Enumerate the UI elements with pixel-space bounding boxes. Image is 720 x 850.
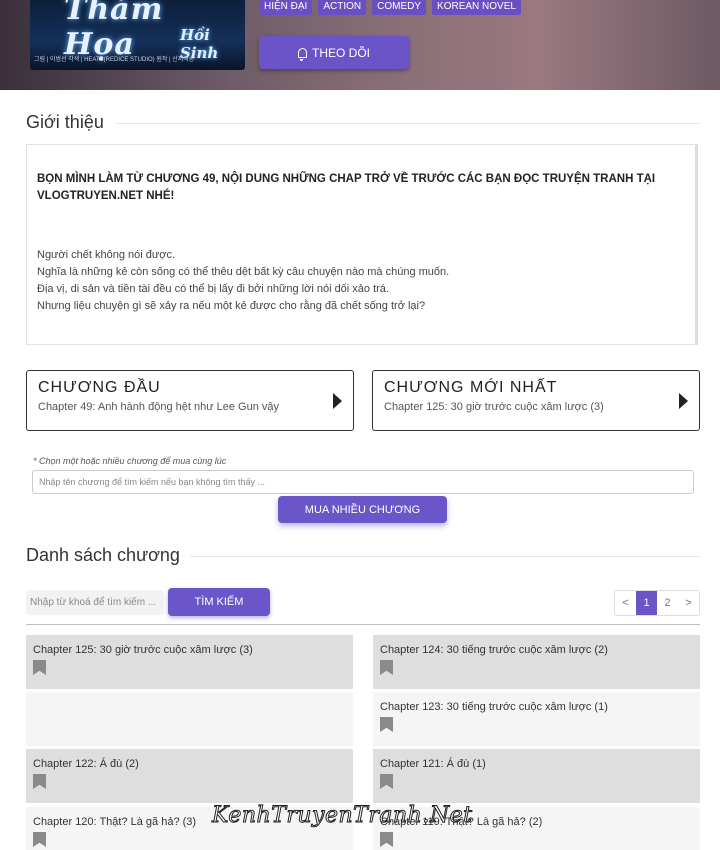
- genre-tag[interactable]: HIỆN ĐẠI: [259, 0, 313, 15]
- genre-tag[interactable]: ACTION: [318, 0, 367, 15]
- genre-tag[interactable]: KOREAN NOVEL: [432, 0, 521, 15]
- bookmark-icon[interactable]: [380, 660, 393, 675]
- chapter-row[interactable]: Chapter 122: Á đù (2): [26, 749, 353, 803]
- prev-page-button[interactable]: <: [615, 591, 636, 615]
- bell-icon: [297, 47, 307, 61]
- cover-credits: 그림 | 이범선 각색 | HEATS(REDICE STUDIO) 원작 | …: [34, 57, 195, 63]
- chapter-title: Chapter 125: 30 giờ trước cuộc xâm lược …: [33, 644, 253, 656]
- keyword-search-input[interactable]: Nhập từ khoá để tìm kiếm ...: [26, 590, 164, 615]
- first-chapter-card[interactable]: CHƯƠNG ĐẦU Chapter 49: Anh hành động hệt…: [26, 370, 354, 431]
- intro-line: Người chết không nói được.: [37, 249, 175, 261]
- bookmark-icon[interactable]: [33, 774, 46, 789]
- bookmark-icon[interactable]: [380, 774, 393, 789]
- latest-chapter-card[interactable]: CHƯƠNG MỚI NHẤT Chapter 125: 30 giờ trướ…: [372, 370, 700, 431]
- intro-description: Người chết không nói được. Nghĩa là nhữn…: [37, 247, 685, 315]
- genre-tag[interactable]: COMEDY: [372, 0, 427, 15]
- chapter-title: Chapter 123: 30 tiếng trước cuộc xâm lượ…: [380, 701, 608, 713]
- chapter-search-input[interactable]: Nhập tên chương để tìm kiếm nếu bạn khôn…: [32, 470, 694, 494]
- chapter-row[interactable]: Chapter 123: 30 tiếng trước cuộc xâm lượ…: [373, 692, 700, 746]
- chapter-row[interactable]: Chapter 124: 30 tiếng trước cuộc xâm lượ…: [373, 635, 700, 689]
- search-button[interactable]: TÌM KIẾM: [168, 588, 270, 616]
- bookmark-icon[interactable]: [33, 660, 46, 675]
- site-watermark: KenhTruyenTranh.Net: [211, 803, 473, 829]
- follow-button[interactable]: THEO DÕI: [259, 36, 409, 69]
- chapter-row[interactable]: Chapter 121: Á đù (1): [373, 749, 700, 803]
- chapter-row[interactable]: [26, 692, 353, 746]
- play-icon: [679, 393, 688, 409]
- intro-heading: Giới thiệu: [26, 112, 104, 132]
- buy-multiple-button[interactable]: MUA NHIỀU CHƯƠNG: [278, 496, 447, 523]
- intro-notice: BỌN MÌNH LÀM TỪ CHƯƠNG 49, NỘI DUNG NHỮN…: [37, 173, 656, 202]
- play-icon: [333, 393, 342, 409]
- bookmark-icon[interactable]: [380, 717, 393, 732]
- page-1-button[interactable]: 1: [636, 591, 657, 615]
- chapter-title: Chapter 121: Á đù (1): [380, 758, 486, 770]
- latest-chapter-title: Chapter 125: 30 giờ trước cuộc xâm lược …: [384, 401, 604, 413]
- chapter-title: Chapter 122: Á đù (2): [33, 758, 139, 770]
- first-chapter-heading: CHƯƠNG ĐẦU: [38, 379, 161, 396]
- manga-header-banner: Thảm Họa Hồi Sinh 그림 | 이범선 각색 | HEATS(RE…: [0, 0, 720, 90]
- chapter-title: Chapter 124: 30 tiếng trước cuộc xâm lượ…: [380, 644, 608, 656]
- pagination: < 1 2 >: [614, 590, 700, 616]
- chapter-row[interactable]: Chapter 125: 30 giờ trước cuộc xâm lược …: [26, 635, 353, 689]
- intro-line: Nghĩa là những kẻ còn sống có thể thêu d…: [37, 266, 450, 278]
- bookmark-icon[interactable]: [380, 832, 393, 847]
- follow-label: THEO DÕI: [311, 45, 370, 60]
- intro-box: BỌN MÌNH LÀM TỪ CHƯƠNG 49, NỘI DUNG NHỮN…: [26, 144, 698, 345]
- page-2-button[interactable]: 2: [657, 591, 678, 615]
- chapter-list-heading: Danh sách chương: [26, 545, 180, 565]
- next-page-button[interactable]: >: [678, 591, 699, 615]
- buy-note: * Chọn một hoặc nhiều chương để mua cùng…: [33, 456, 227, 466]
- cover-image: Thảm Họa Hồi Sinh 그림 | 이범선 각색 | HEATS(RE…: [30, 0, 245, 70]
- heading-divider: [190, 556, 700, 557]
- genre-tags: HIỆN ĐẠI ACTION COMEDY KOREAN NOVEL: [259, 0, 521, 15]
- first-chapter-title: Chapter 49: Anh hành động hệt như Lee Gu…: [38, 401, 279, 413]
- intro-line: Nhưng liệu chuyện gì sẽ xảy ra nếu một k…: [37, 300, 426, 312]
- bookmark-icon[interactable]: [33, 832, 46, 847]
- list-divider: [26, 624, 700, 625]
- heading-divider: [116, 123, 700, 124]
- latest-chapter-heading: CHƯƠNG MỚI NHẤT: [384, 379, 558, 396]
- intro-line: Địa vị, di sản và tiền tài đều có thể bị…: [37, 283, 389, 295]
